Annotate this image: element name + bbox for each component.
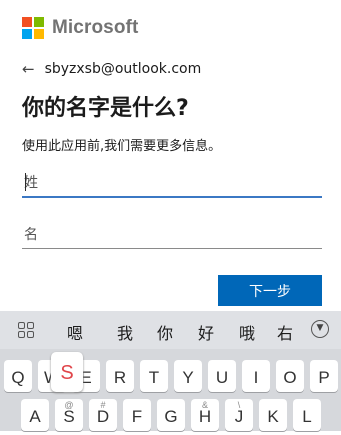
microsoft-logo: Microsoft xyxy=(22,17,138,39)
next-button[interactable]: 下一步 xyxy=(218,275,322,306)
brand-name: Microsoft xyxy=(52,17,139,38)
chevron-down-icon[interactable]: ▼ xyxy=(311,320,329,338)
signin-page: Microsoft ← sbyzxsb@outlook.com 你的名字是什么?… xyxy=(0,0,341,311)
logo-square-green xyxy=(34,17,44,27)
candidate-word[interactable]: 我 xyxy=(117,320,133,344)
candidate-word[interactable]: 哦 xyxy=(239,320,255,344)
grid-cell xyxy=(18,322,25,329)
key-d[interactable]: # D xyxy=(89,399,117,431)
key-l[interactable]: L xyxy=(293,399,321,431)
arrow-left-icon[interactable]: ← xyxy=(22,60,35,78)
key-s[interactable]: @ S xyxy=(55,399,83,431)
grid-cell xyxy=(18,331,25,338)
key-i[interactable]: I xyxy=(242,360,270,392)
key-p[interactable]: P xyxy=(310,360,338,392)
key-y[interactable]: Y xyxy=(174,360,202,392)
grid-cell xyxy=(27,322,34,329)
logo-square-red xyxy=(22,17,32,27)
surname-input[interactable] xyxy=(22,170,322,198)
candidate-bar: 嗯 我 你 好 哦 右 ▼ xyxy=(0,311,341,349)
key-h[interactable]: & H xyxy=(191,399,219,431)
microsoft-logo-icon xyxy=(22,17,44,39)
grid-cell xyxy=(27,331,34,338)
candidate-word[interactable]: 嗯 xyxy=(67,320,83,344)
page-title: 你的名字是什么? xyxy=(22,96,189,121)
key-t[interactable]: T xyxy=(140,360,168,392)
key-a[interactable]: A xyxy=(21,399,49,431)
key-j[interactable]: \ J xyxy=(225,399,253,431)
key-f[interactable]: F xyxy=(123,399,151,431)
account-email: sbyzxsb@outlook.com xyxy=(44,61,202,77)
text-cursor xyxy=(25,173,26,191)
given-name-input[interactable] xyxy=(22,222,322,249)
candidate-word[interactable]: 右 xyxy=(277,320,293,344)
page-description: 使用此应用前,我们需要更多信息。 xyxy=(22,139,222,154)
key-o[interactable]: O xyxy=(276,360,304,392)
key-u[interactable]: U xyxy=(208,360,236,392)
logo-square-blue xyxy=(22,29,32,39)
pressed-key-popup: S xyxy=(51,352,83,392)
candidate-word[interactable]: 你 xyxy=(157,320,173,344)
key-k[interactable]: K xyxy=(259,399,287,431)
key-g[interactable]: G xyxy=(157,399,185,431)
grid-icon[interactable] xyxy=(18,322,34,338)
key-q[interactable]: Q xyxy=(4,360,32,392)
candidate-word[interactable]: 好 xyxy=(198,320,214,344)
key-r[interactable]: R xyxy=(106,360,134,392)
account-row: ← sbyzxsb@outlook.com xyxy=(22,60,201,78)
logo-square-yellow xyxy=(34,29,44,39)
